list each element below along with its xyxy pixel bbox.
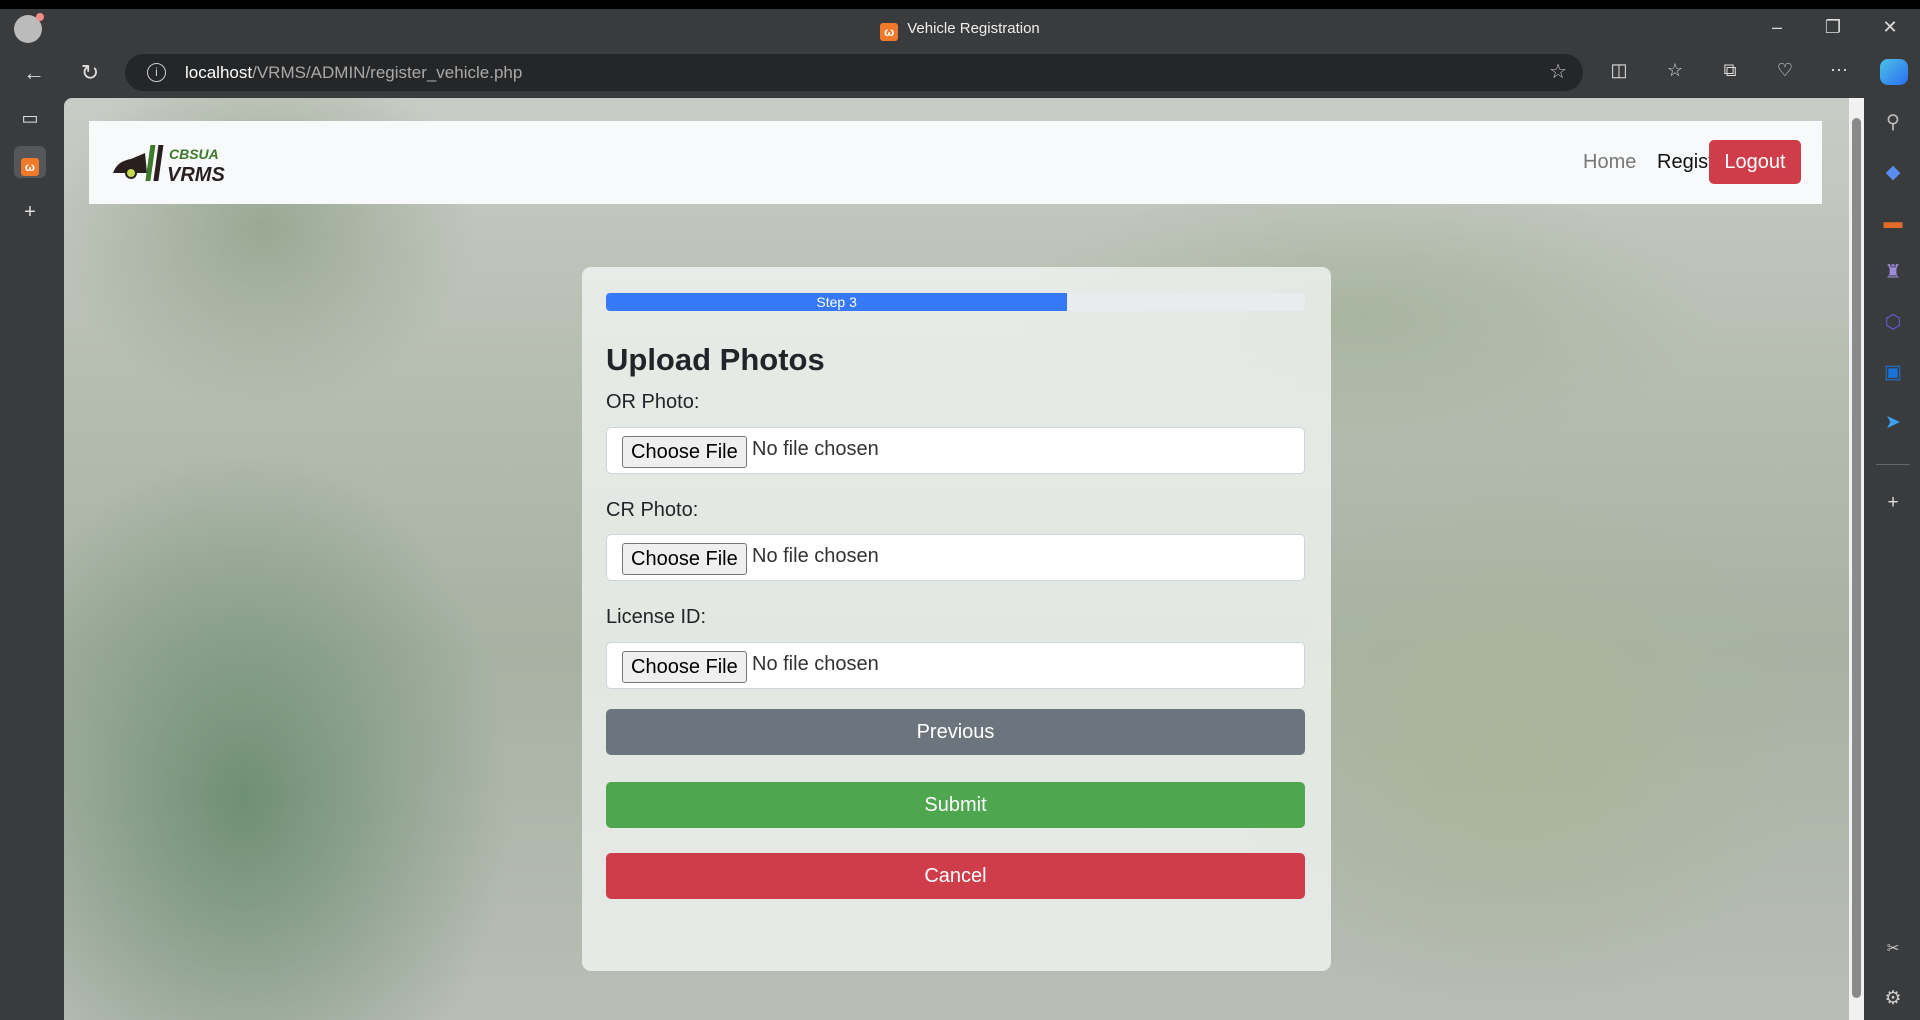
collections-icon[interactable]: ⧉ [1715,60,1745,81]
browser-essentials-icon[interactable]: ♡ [1770,60,1800,81]
choose-file-button[interactable]: Choose File [622,436,747,468]
file-status: No file chosen [752,545,879,567]
cr-photo-label: CR Photo: [606,499,699,521]
nav-home-link[interactable]: Home [1583,151,1636,174]
page-viewport: CBSUA VRMS Home Registration Logout Step… [64,98,1849,1020]
progress-bar: Step 3 [606,293,1305,311]
svg-text:VRMS: VRMS [167,164,225,185]
send-icon[interactable]: ➤ [1880,410,1906,436]
tab-vehicle-registration[interactable]: ω [14,146,46,178]
tools-icon[interactable]: ▬ [1880,210,1906,236]
microsoft365-icon[interactable]: ⬡ [1880,310,1906,336]
license-id-label: License ID: [606,606,707,628]
cr-photo-input[interactable]: Choose File No file chosen [606,534,1305,581]
url-host: localhost [185,63,253,82]
license-id-input[interactable]: Choose File No file chosen [606,642,1305,689]
or-photo-input[interactable]: Choose File No file chosen [606,427,1305,474]
or-photo-label: OR Photo: [606,391,700,413]
settings-gear-icon[interactable]: ⚙ [1880,986,1906,1012]
file-status: No file chosen [752,653,879,675]
page-scrollbar[interactable] [1849,98,1864,1020]
minimize-button[interactable]: – [1762,17,1792,38]
xampp-icon: ω [880,23,899,41]
back-icon[interactable]: ← [19,60,49,86]
choose-file-button[interactable]: Choose File [622,543,747,575]
tab-actions-icon[interactable]: ▭ [14,102,46,134]
url-path: /VRMS/ADMIN/register_vehicle.php [252,63,523,82]
address-bar[interactable]: i localhost/VRMS/ADMIN/register_vehicle.… [125,54,1583,91]
browser-toolbar: ← ↻ i localhost/VRMS/ADMIN/register_vehi… [0,51,1920,96]
xampp-tab-icon: ω [21,158,39,176]
close-window-button[interactable]: ✕ [1875,17,1905,38]
refresh-icon[interactable]: ↻ [75,60,105,86]
shopping-tag-icon[interactable]: ◆ [1880,160,1906,186]
registration-card: Step 3 Upload Photos OR Photo: Choose Fi… [582,267,1331,971]
cancel-button[interactable]: Cancel [606,853,1305,899]
submit-button[interactable]: Submit [606,782,1305,828]
screenshot-icon[interactable]: ✂ [1880,936,1906,962]
sidebar-divider [1876,464,1910,465]
split-screen-icon[interactable]: ◫ [1604,60,1634,81]
vrms-logo[interactable]: CBSUA VRMS [111,141,231,186]
logout-button[interactable]: Logout [1709,140,1801,184]
search-icon[interactable]: ⚲ [1880,110,1906,136]
tab-title-text: Vehicle Registration [907,20,1040,37]
games-icon[interactable]: ♜ [1880,260,1906,286]
progress-fill: Step 3 [606,293,1068,311]
scrollbar-thumb[interactable] [1852,118,1861,998]
add-sidebar-app-icon[interactable]: + [1880,490,1906,516]
info-icon[interactable]: i [147,63,166,82]
tab-title: ω Vehicle Registration [0,20,1920,41]
file-status: No file chosen [752,438,879,460]
choose-file-button[interactable]: Choose File [622,651,747,683]
new-tab-icon[interactable]: + [14,196,46,228]
outlook-icon[interactable]: ▣ [1880,360,1906,386]
more-menu-icon[interactable]: ⋯ [1824,60,1854,81]
title-bar: ω Vehicle Registration – ❐ ✕ [0,9,1920,51]
edge-sidebar: ⚲ ◆ ▬ ♜ ⬡ ▣ ➤ + ✂ ⚙ [1866,56,1920,1020]
restore-button[interactable]: ❐ [1818,17,1848,38]
top-strip [0,0,1920,9]
previous-button[interactable]: Previous [606,709,1305,755]
navbar: CBSUA VRMS Home Registration Logout [89,121,1822,204]
page-heading: Upload Photos [606,342,825,377]
favorite-star-icon[interactable]: ☆ [1549,54,1567,91]
svg-text:CBSUA: CBSUA [169,146,219,162]
vertical-tabs-bar: ▭ ω + [0,96,59,1020]
favorites-icon[interactable]: ☆ [1660,60,1690,81]
